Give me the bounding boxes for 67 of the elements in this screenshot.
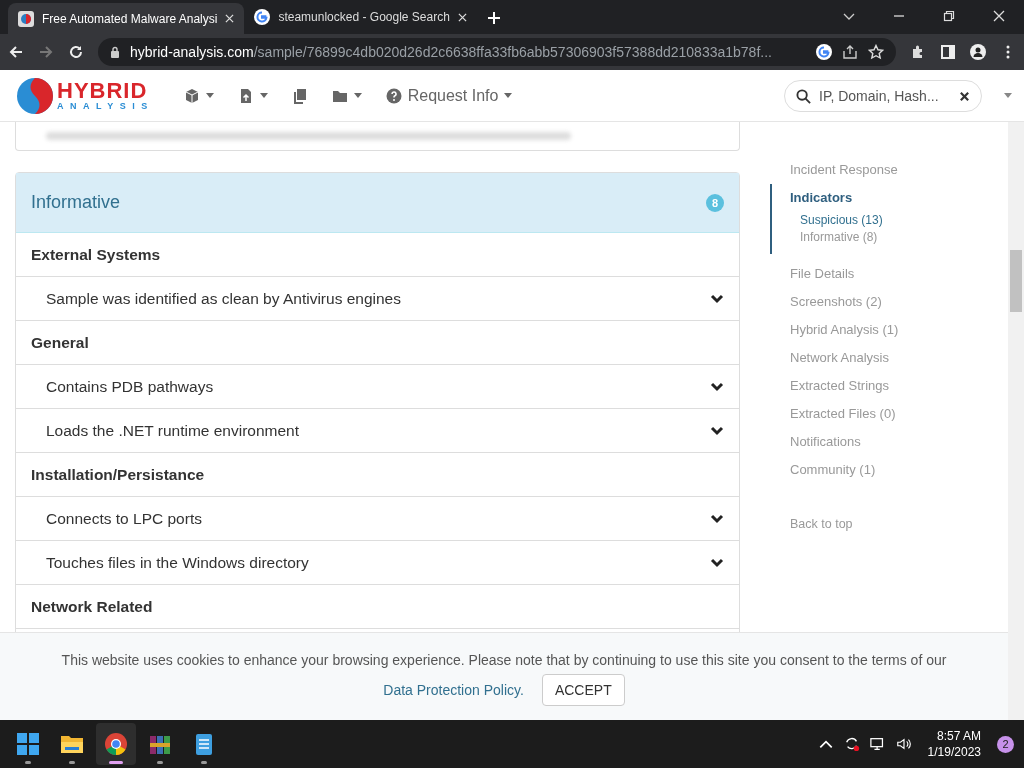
group-heading: External Systems — [16, 233, 739, 277]
policy-link[interactable]: Data Protection Policy. — [383, 682, 524, 698]
new-tab-icon[interactable] — [486, 11, 501, 25]
close-icon[interactable] — [993, 10, 1005, 22]
clock[interactable]: 8:57 AM 1/19/2023 — [927, 728, 981, 760]
panel-title: Informative — [31, 192, 121, 213]
close-tab-icon[interactable] — [457, 12, 467, 22]
star-icon[interactable] — [868, 44, 884, 60]
chevron-down-icon — [710, 513, 724, 524]
cookie-notice: This website uses cookies to enhance your browsing experience. Please note that by continuing to use this site you consent to the terms of our — [61, 652, 947, 668]
indicator-row[interactable]: Contains PDB pathways — [16, 365, 739, 409]
logo-text: HYBRID — [57, 80, 149, 102]
cube-icon — [183, 87, 200, 104]
indicator-row[interactable]: Sample was identified as clean by Antivirus engines — [16, 277, 739, 321]
chevron-down-icon — [710, 381, 724, 392]
restore-icon[interactable] — [943, 10, 955, 22]
caret-icon — [205, 93, 214, 98]
profile-icon[interactable] — [970, 44, 986, 60]
lock-icon — [110, 46, 120, 58]
forward-icon[interactable] — [38, 44, 54, 60]
google-icon[interactable] — [816, 44, 832, 60]
caret-icon — [259, 93, 268, 98]
logo-subtext: ANALYSIS — [57, 102, 154, 111]
group-heading: Network Related — [16, 585, 739, 629]
group-heading: Installation/Persistance — [16, 453, 739, 497]
submit-menu[interactable] — [183, 87, 214, 104]
indicator-row[interactable]: Connects to LPC ports — [16, 497, 739, 541]
indicator-row[interactable]: Touches files in the Windows directory — [16, 541, 739, 585]
network-icon[interactable] — [869, 736, 886, 752]
sidebar-sublink[interactable]: Suspicious (13) — [772, 212, 1000, 229]
browser-tab[interactable]: steamunlocked - Google Search — [244, 3, 477, 31]
side-panel-icon[interactable] — [940, 44, 956, 60]
chevron-down-icon — [710, 557, 724, 568]
scrollbar-thumb[interactable] — [1010, 250, 1022, 312]
logo-icon — [15, 75, 55, 116]
browser-tab[interactable]: Free Automated Malware Analysi — [8, 3, 245, 34]
windows-icon — [16, 732, 40, 756]
copy-icon — [291, 87, 308, 104]
clear-icon[interactable] — [959, 90, 970, 102]
sync-icon[interactable] — [843, 736, 860, 752]
share-icon[interactable] — [842, 44, 858, 60]
search-icon — [796, 88, 811, 104]
chrome-icon — [104, 732, 128, 756]
scrollbar[interactable] — [1008, 122, 1024, 720]
accept-button[interactable]: ACCEPT — [541, 674, 625, 706]
files-button[interactable] — [291, 87, 308, 104]
taskbar-app[interactable] — [96, 723, 136, 765]
google-favicon-icon — [254, 9, 271, 25]
count-badge: 8 — [705, 193, 724, 212]
caret-icon — [353, 93, 362, 98]
reload-icon[interactable] — [68, 44, 84, 60]
group-heading: General — [16, 321, 739, 365]
address-field[interactable]: hybrid-analysis.com/sample/76899c4db020d26d2c6638ffa33fb6abb57306903f57388dd210833a1b78f... — [98, 38, 896, 66]
caret-icon — [504, 93, 513, 98]
caret-icon[interactable] — [1004, 93, 1012, 98]
volume-icon[interactable] — [895, 736, 912, 752]
close-tab-icon[interactable] — [225, 14, 235, 23]
search-field[interactable]: IP, Domain, Hash... — [784, 79, 982, 112]
request-info-menu[interactable]: Request Info — [385, 86, 513, 105]
help-icon — [385, 87, 402, 104]
site-favicon-icon — [18, 10, 34, 27]
sidebar-link[interactable]: Indicators — [772, 184, 1000, 212]
chevron-down-icon — [710, 425, 724, 436]
indicator-row[interactable]: Loads the .NET runtime environment — [16, 409, 739, 453]
chevron-down-icon — [710, 293, 724, 304]
back-icon[interactable] — [8, 44, 24, 60]
notification-badge[interactable]: 2 — [997, 735, 1014, 753]
